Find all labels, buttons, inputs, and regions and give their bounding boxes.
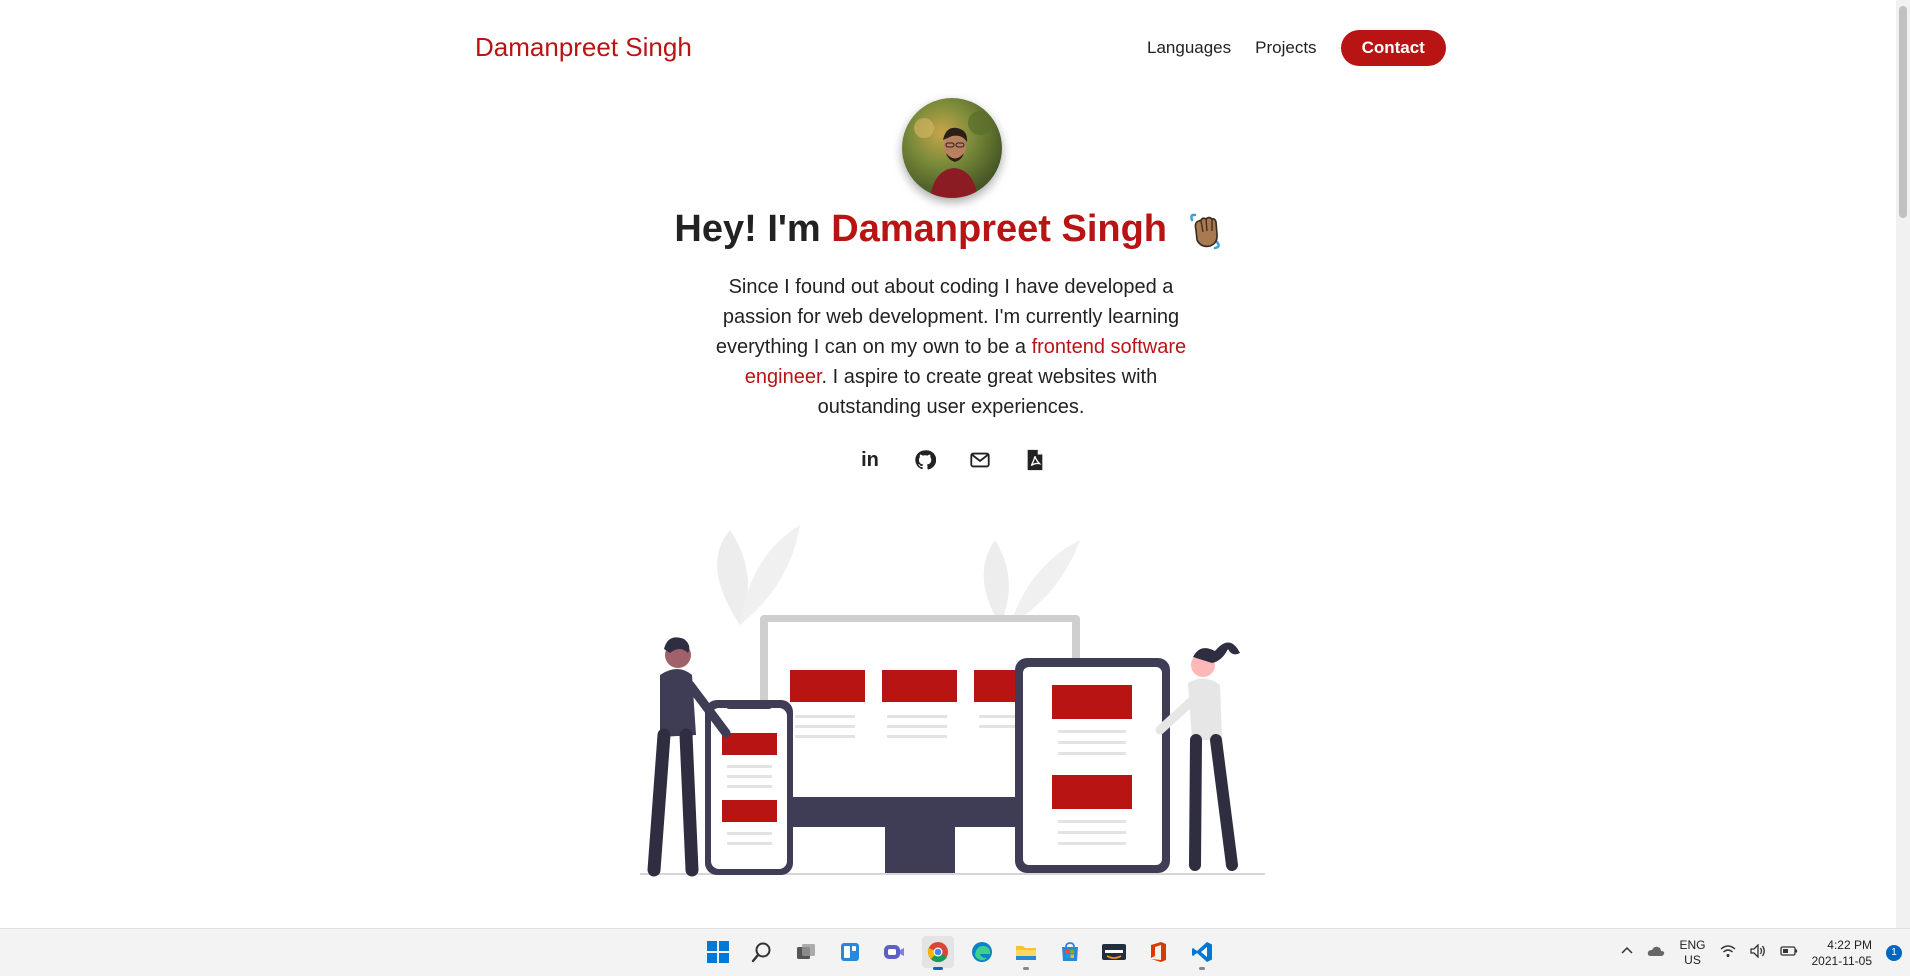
nav-languages[interactable]: Languages — [1147, 30, 1231, 66]
nav-projects[interactable]: Projects — [1255, 30, 1316, 66]
avatar — [902, 98, 1002, 198]
resume-pdf-icon[interactable] — [1023, 448, 1047, 472]
store-icon[interactable] — [1054, 936, 1086, 968]
scrollbar-thumb[interactable] — [1899, 6, 1907, 218]
clock-time: 4:22 PM — [1827, 937, 1872, 952]
vscode-icon[interactable] — [1186, 936, 1218, 970]
hero-name: Damanpreet Singh — [831, 208, 1168, 250]
social-links: in — [858, 448, 1078, 472]
page-scrollbar[interactable] — [1896, 0, 1910, 928]
amazon-icon[interactable] — [1098, 936, 1130, 968]
volume-icon[interactable] — [1749, 943, 1766, 961]
language-indicator[interactable]: ENG US — [1679, 938, 1705, 968]
explorer-open-indicator — [1023, 967, 1029, 970]
taskbar-apps — [702, 936, 1230, 970]
taskbar-clock[interactable]: 4:22 PM 2021-11-05 — [1812, 937, 1873, 969]
onedrive-icon[interactable] — [1647, 945, 1665, 960]
clock-date: 2021-11-05 — [1811, 953, 1873, 968]
hero-greeting: Hey! I'm — [674, 208, 832, 250]
chevron-up-icon[interactable] — [1621, 945, 1634, 960]
office-icon[interactable] — [1142, 936, 1174, 968]
linkedin-label: in — [861, 448, 879, 471]
webpage: Damanpreet Singh Languages Projects Cont… — [0, 0, 1896, 928]
widgets-icon[interactable] — [834, 936, 866, 968]
email-icon[interactable] — [968, 448, 992, 472]
edge-icon[interactable] — [966, 936, 998, 968]
search-icon[interactable] — [746, 936, 778, 968]
github-icon[interactable] — [913, 448, 937, 472]
brand-logo[interactable]: Damanpreet Singh — [475, 32, 692, 63]
contact-button[interactable]: Contact — [1340, 30, 1446, 66]
language-region: US — [1684, 952, 1701, 967]
wifi-icon[interactable] — [1720, 944, 1736, 961]
chrome-icon[interactable] — [922, 936, 954, 970]
hero-heading: Hey! I'm Damanpreet Singh — [0, 208, 1896, 252]
chat-icon[interactable] — [878, 936, 910, 968]
task-view-icon[interactable] — [790, 936, 822, 968]
system-tray: ENG US 4:22 PM 2021-11-05 1 — [1621, 929, 1910, 976]
vscode-open-indicator — [1199, 967, 1205, 970]
devices-illustration — [640, 525, 1265, 877]
file-explorer-icon[interactable] — [1010, 936, 1042, 970]
windows-taskbar: ENG US 4:22 PM 2021-11-05 1 — [0, 928, 1910, 976]
top-nav: Languages Projects Contact — [1147, 30, 1446, 66]
start-icon[interactable] — [702, 936, 734, 968]
bio-text-end: . I aspire to create great websites with… — [817, 366, 1158, 418]
bio-paragraph: Since I found out about coding I have de… — [700, 272, 1202, 422]
chrome-active-indicator — [933, 967, 943, 970]
linkedin-icon[interactable]: in — [858, 448, 882, 472]
waving-hand-icon — [1184, 210, 1226, 252]
notification-badge[interactable]: 1 — [1886, 944, 1902, 961]
battery-icon[interactable] — [1779, 945, 1798, 960]
language-code: ENG — [1679, 937, 1706, 952]
